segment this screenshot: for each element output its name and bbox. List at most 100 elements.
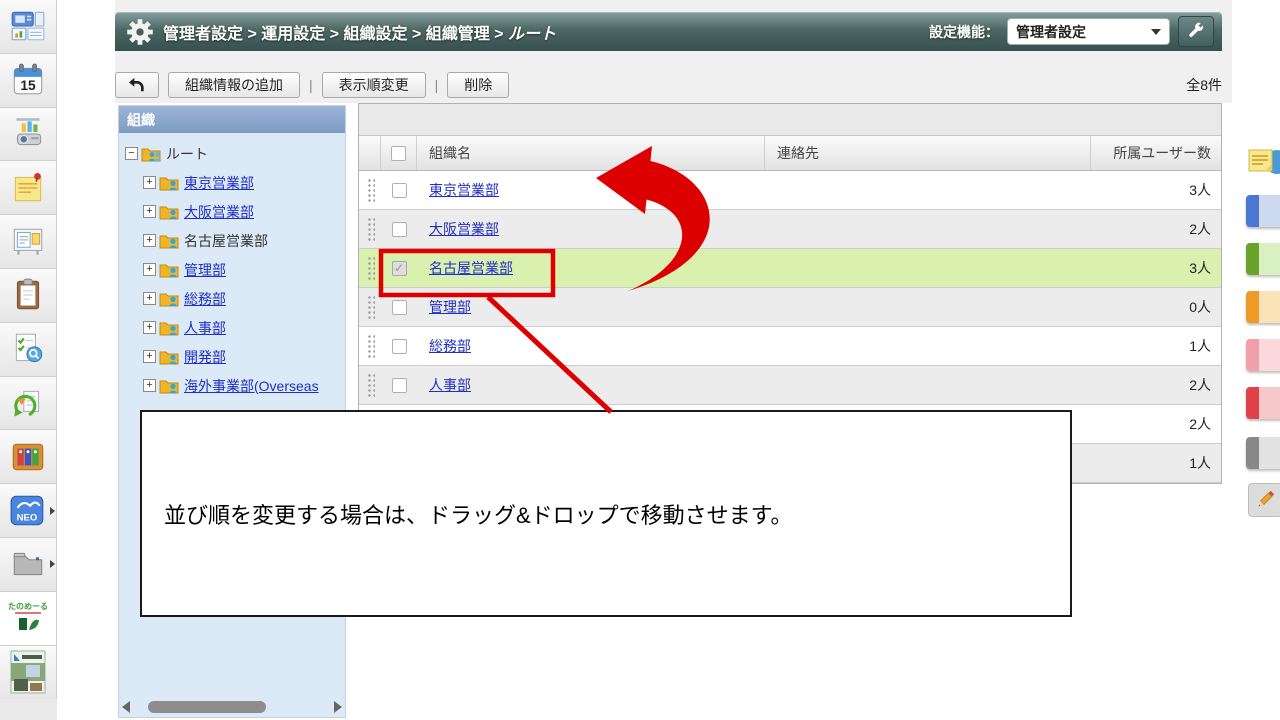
- memo-user-icon[interactable]: [1246, 144, 1280, 194]
- tree-item-label[interactable]: 総務部: [184, 289, 226, 309]
- org-name-link[interactable]: 総務部: [429, 336, 471, 356]
- instruction-callout: 並び順を変更する場合は、ドラッグ&ドロップで移動させます。: [140, 410, 1072, 617]
- user-count-cell: 2人: [1189, 221, 1211, 237]
- tree-item-label[interactable]: 東京営業部: [184, 173, 254, 193]
- expand-plus-icon[interactable]: +: [143, 176, 156, 189]
- pink-book-icon[interactable]: [1246, 339, 1280, 371]
- grey-book-icon[interactable]: [1246, 437, 1280, 469]
- tree-item[interactable]: + 東京営業部: [119, 168, 345, 197]
- expand-plus-icon[interactable]: +: [143, 350, 156, 363]
- tree-item-root[interactable]: − ルート: [119, 139, 345, 168]
- select-all-checkbox[interactable]: [391, 145, 406, 161]
- org-name-link[interactable]: 人事部: [429, 375, 471, 395]
- org-folder-icon: [159, 380, 179, 393]
- tree-item-label[interactable]: 名古屋営業部: [184, 231, 268, 251]
- orange-book-icon[interactable]: [1246, 291, 1280, 323]
- drag-handle[interactable]: [365, 294, 375, 320]
- org-group-folder-icon: [141, 148, 161, 161]
- tree-item-label[interactable]: 管理部: [184, 260, 226, 280]
- scroll-right-arrow-icon[interactable]: [334, 700, 342, 713]
- drag-handle[interactable]: [365, 177, 375, 203]
- blue-book-icon[interactable]: [1246, 195, 1280, 227]
- user-count-cell: 1人: [1189, 338, 1211, 354]
- tree-item[interactable]: + 総務部: [119, 284, 345, 313]
- org-name-link[interactable]: 東京営業部: [429, 180, 499, 200]
- contact-cell: [765, 327, 1091, 365]
- setting-function-select[interactable]: 管理者設定: [1007, 18, 1170, 45]
- tree-item[interactable]: + 大阪営業部: [119, 197, 345, 226]
- neo-icon[interactable]: NEO: [0, 484, 57, 538]
- org-name-link[interactable]: 管理部: [429, 297, 471, 317]
- pencil-button[interactable]: [1248, 483, 1280, 517]
- tree-item[interactable]: + 名古屋営業部: [119, 226, 345, 255]
- expand-plus-icon[interactable]: +: [143, 292, 156, 305]
- expand-plus-icon[interactable]: +: [143, 263, 156, 276]
- drag-handle[interactable]: [365, 372, 375, 398]
- contact-cell: [765, 171, 1091, 209]
- drag-handle[interactable]: [365, 333, 375, 359]
- svg-text:15: 15: [20, 78, 36, 93]
- back-button[interactable]: [115, 72, 159, 98]
- tree-item[interactable]: + 海外事業部(Overseas: [119, 371, 345, 400]
- org-folder-icon: [159, 322, 179, 335]
- table-row: 人事部 2人: [359, 366, 1221, 405]
- tree-item[interactable]: + 人事部: [119, 313, 345, 342]
- row-checkbox[interactable]: [391, 377, 407, 393]
- survey-icon[interactable]: [0, 322, 57, 377]
- tanomail-icon[interactable]: たのめーる: [0, 591, 57, 646]
- user-count-cell: 1人: [1189, 455, 1211, 471]
- scroll-left-arrow-icon[interactable]: [122, 700, 130, 713]
- circulation-icon[interactable]: [0, 376, 57, 431]
- tree-item-label[interactable]: 海外事業部(Overseas: [184, 376, 319, 396]
- bulletin-board-icon[interactable]: [0, 215, 57, 269]
- expand-plus-icon[interactable]: +: [143, 234, 156, 247]
- instruction-text: 並び順を変更する場合は、ドラッグ&ドロップで移動させます。: [164, 503, 793, 528]
- org-folder-icon: [159, 235, 179, 248]
- breadcrumb-current: ルート: [507, 25, 556, 43]
- presentation-icon[interactable]: [0, 107, 57, 162]
- back-arrow-icon: [129, 77, 144, 92]
- sticky-note-icon[interactable]: [0, 161, 57, 216]
- change-display-order-button[interactable]: 表示順変更: [321, 72, 426, 98]
- red-book-icon[interactable]: [1246, 387, 1280, 419]
- collapse-minus-icon[interactable]: −: [125, 147, 138, 160]
- row-checkbox[interactable]: [391, 260, 407, 276]
- banner-icon[interactable]: [0, 645, 57, 700]
- table-row: 総務部 1人: [359, 327, 1221, 366]
- cabinet-icon[interactable]: [0, 537, 57, 592]
- table-top-bar: [359, 104, 1221, 136]
- delete-button[interactable]: 削除: [447, 72, 510, 98]
- row-checkbox[interactable]: [391, 221, 407, 237]
- green-book-icon[interactable]: [1246, 243, 1280, 275]
- row-checkbox[interactable]: [391, 182, 407, 198]
- tree-item-label[interactable]: 開発部: [184, 347, 226, 367]
- row-checkbox[interactable]: [391, 299, 407, 315]
- expand-plus-icon[interactable]: +: [143, 321, 156, 334]
- contact-cell: [765, 249, 1091, 287]
- setting-function-label: 設定機能：: [929, 23, 999, 40]
- row-checkbox[interactable]: [391, 338, 407, 354]
- binders-icon[interactable]: [0, 430, 57, 485]
- expand-plus-icon[interactable]: +: [143, 205, 156, 218]
- tree-horizontal-scrollbar[interactable]: [122, 699, 342, 714]
- tree-item[interactable]: + 管理部: [119, 255, 345, 284]
- binders-icon-glyph: [12, 443, 44, 470]
- wrench-icon: [1189, 22, 1204, 37]
- add-organization-button[interactable]: 組織情報の追加: [168, 72, 300, 98]
- toolbar-separator: |: [309, 77, 313, 93]
- scrollbar-thumb[interactable]: [148, 700, 266, 713]
- tree-item-label[interactable]: 人事部: [184, 318, 226, 338]
- portal-icon[interactable]: [0, 0, 57, 54]
- calendar-icon[interactable]: 15: [0, 53, 57, 108]
- drag-handle[interactable]: [365, 255, 375, 281]
- org-name-link[interactable]: 名古屋営業部: [429, 258, 513, 278]
- user-count-cell: 3人: [1189, 260, 1211, 276]
- tree-item-label[interactable]: 大阪営業部: [184, 202, 254, 222]
- expand-plus-icon[interactable]: +: [143, 379, 156, 392]
- org-name-link[interactable]: 大阪営業部: [429, 219, 499, 239]
- settings-wrench-button[interactable]: [1178, 16, 1214, 47]
- contact-cell: [765, 366, 1091, 404]
- tree-item[interactable]: + 開発部: [119, 342, 345, 371]
- drag-handle[interactable]: [365, 216, 375, 242]
- clipboard-icon[interactable]: [0, 268, 57, 323]
